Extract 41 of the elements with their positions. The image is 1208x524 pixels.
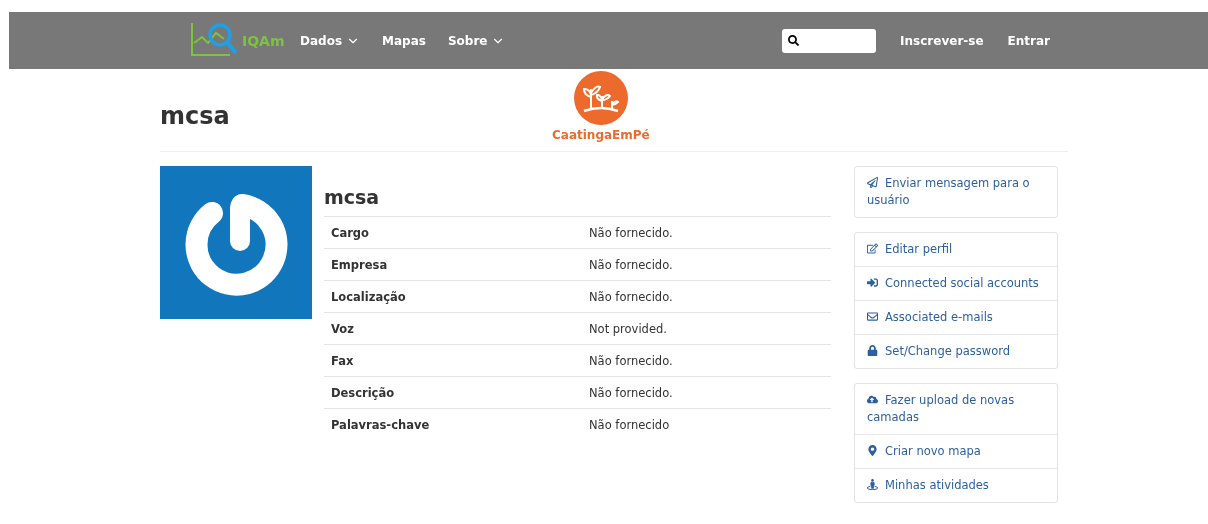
map-marker-icon bbox=[867, 445, 878, 456]
envelope-icon bbox=[867, 311, 878, 322]
action-link[interactable]: Editar perfil bbox=[855, 233, 1057, 266]
logo-text: CaatingaEmPé bbox=[552, 128, 650, 142]
nav-link[interactable]: Entrar bbox=[1007, 33, 1050, 48]
search-field[interactable] bbox=[782, 28, 877, 53]
field-label: Descrição bbox=[330, 385, 396, 400]
nav-menu-item[interactable]: Mapas bbox=[382, 33, 426, 48]
field-value: Não fornecido. bbox=[589, 225, 673, 240]
action-link[interactable]: Criar novo mapa bbox=[855, 434, 1057, 468]
field-label: Fax bbox=[330, 353, 355, 368]
field-value: Não fornecido. bbox=[589, 289, 673, 304]
nav-menu-item[interactable]: Sobre bbox=[447, 33, 506, 48]
field-value: Não fornecido. bbox=[589, 257, 673, 272]
action-link[interactable]: Fazer upload de novas camadas bbox=[855, 384, 1057, 434]
person-pin-icon bbox=[867, 479, 878, 490]
field-value: Não fornecido. bbox=[589, 385, 673, 400]
field-value: Não fornecido. bbox=[589, 353, 673, 368]
action-link[interactable]: Enviar mensagem para o usuário bbox=[855, 167, 1057, 217]
field-value: Não fornecido bbox=[589, 417, 670, 432]
paper-plane-icon bbox=[867, 177, 878, 188]
sign-in-icon bbox=[867, 277, 878, 288]
nav-menu-item[interactable]: Dados bbox=[300, 33, 361, 48]
field-label: Palavras-chave bbox=[330, 417, 431, 432]
action-link[interactable]: Minhas atividades bbox=[855, 468, 1057, 502]
field-label: Voz bbox=[330, 321, 355, 336]
profile-name: mcsa bbox=[324, 186, 381, 208]
edit-icon bbox=[867, 243, 878, 254]
page-title: mcsa bbox=[160, 102, 230, 130]
field-label: Empresa bbox=[330, 257, 389, 272]
field-value: Not provided. bbox=[589, 321, 667, 336]
action-link[interactable]: Connected social accounts bbox=[855, 266, 1057, 300]
cloud-upload-icon bbox=[867, 394, 878, 405]
action-link[interactable]: Associated e-mails bbox=[855, 300, 1057, 334]
nav-link[interactable]: Inscrever-se bbox=[900, 33, 984, 48]
field-label: Cargo bbox=[330, 225, 370, 240]
search-icon bbox=[788, 35, 800, 46]
lock-icon bbox=[867, 345, 878, 356]
action-link[interactable]: Set/Change password bbox=[855, 334, 1057, 368]
field-label: Localização bbox=[330, 289, 407, 304]
sprouts-logo-icon bbox=[573, 71, 628, 125]
